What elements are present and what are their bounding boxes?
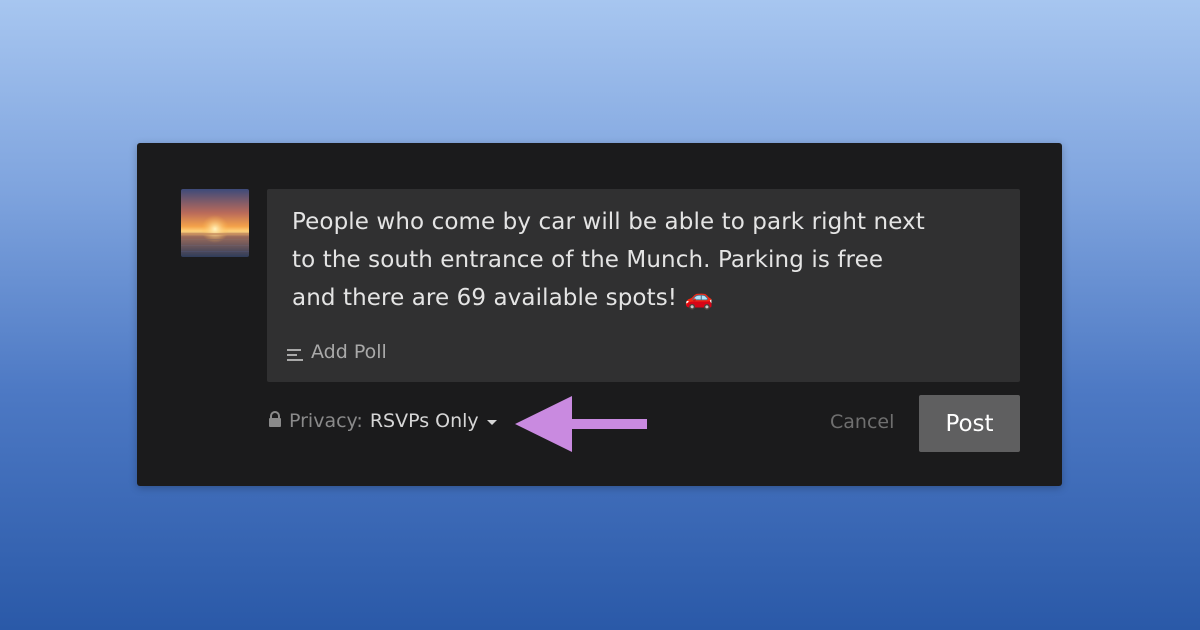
poll-icon: [287, 345, 303, 361]
privacy-selector[interactable]: Privacy: RSVPs Only: [268, 410, 498, 432]
post-button[interactable]: Post: [919, 395, 1020, 452]
sunset-avatar-icon: [181, 189, 249, 257]
arrow-left-icon: [515, 396, 649, 456]
compose-textarea[interactable]: People who come by car will be able to p…: [267, 189, 1020, 382]
avatar: [181, 189, 249, 257]
cancel-button[interactable]: Cancel: [830, 411, 894, 433]
lock-icon: [268, 410, 282, 432]
compose-message[interactable]: People who come by car will be able to p…: [292, 203, 992, 317]
add-poll-button[interactable]: Add Poll: [287, 341, 387, 363]
post-composer-card: People who come by car will be able to p…: [137, 143, 1062, 486]
privacy-value[interactable]: RSVPs Only: [370, 410, 479, 432]
add-poll-label: Add Poll: [311, 341, 387, 363]
caret-down-icon[interactable]: [486, 410, 498, 432]
privacy-label: Privacy:: [289, 410, 363, 432]
